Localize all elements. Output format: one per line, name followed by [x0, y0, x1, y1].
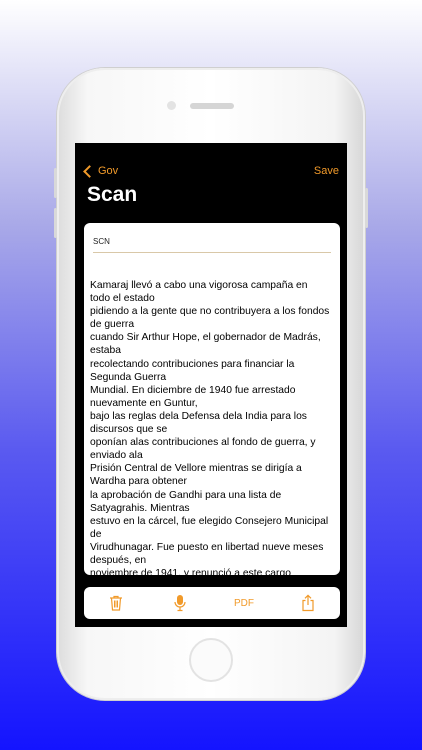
document-card[interactable]: SCN Kamaraj llevó a cabo una vigorosa ca… — [84, 223, 340, 575]
export-pdf-button[interactable]: PDF — [229, 591, 259, 615]
bottom-toolbar: PDF — [84, 587, 340, 619]
document-line: recolectando contribuciones para financi… — [90, 358, 295, 383]
document-line: cuando Sir Arthur Hope, el gobernador de… — [90, 332, 321, 357]
app-screen: Gov Save Scan SCN Kamaraj llevó a cabo u… — [75, 143, 347, 627]
earpiece-speaker — [190, 103, 234, 109]
phone-power-button — [365, 188, 368, 228]
document-line: Prisión Central de Vellore mientras se d… — [90, 463, 302, 488]
navigation-bar: Gov Save — [75, 151, 347, 179]
document-line: noviembre de 1941, y renunció a este car… — [90, 568, 291, 575]
document-line: Mundial. En diciembre de 1940 fue arrest… — [90, 384, 296, 409]
back-button[interactable]: Gov — [83, 164, 119, 178]
save-button[interactable]: Save — [314, 165, 339, 177]
status-bar — [75, 143, 347, 151]
document-line: bajo las reglas dela Defensa dela India … — [90, 410, 307, 436]
phone-volume-up — [54, 168, 57, 198]
dictation-button[interactable] — [165, 591, 195, 615]
share-icon — [302, 594, 314, 612]
document-line: Kamaraj llevó a cabo una vigorosa campañ… — [90, 280, 308, 305]
document-line: la aprobación de Gandhi para una lista d… — [90, 489, 282, 514]
home-button[interactable] — [189, 638, 233, 682]
microphone-icon — [174, 595, 186, 612]
document-text-area[interactable]: Kamaraj llevó a cabo una vigorosa campañ… — [90, 279, 330, 575]
page-title: Scan — [87, 183, 138, 206]
pdf-label: PDF — [234, 597, 254, 609]
back-button-label: Gov — [98, 165, 119, 177]
document-line: pidiendo a la gente que no contribuyera … — [90, 306, 330, 331]
document-line: estuvo en la cárcel, fue elegido Conseje… — [90, 515, 329, 540]
document-line: Virudhunagar. Fue puesto en libertad nue… — [90, 541, 324, 566]
trash-icon — [110, 595, 122, 611]
document-title-field[interactable]: SCN — [93, 237, 331, 253]
document-line: oponían alas contribuciones al fondo de … — [90, 437, 316, 462]
delete-button[interactable] — [101, 591, 131, 615]
share-button[interactable] — [293, 591, 323, 615]
front-camera — [167, 101, 176, 110]
chevron-left-icon — [83, 164, 96, 178]
phone-volume-down — [54, 208, 57, 238]
